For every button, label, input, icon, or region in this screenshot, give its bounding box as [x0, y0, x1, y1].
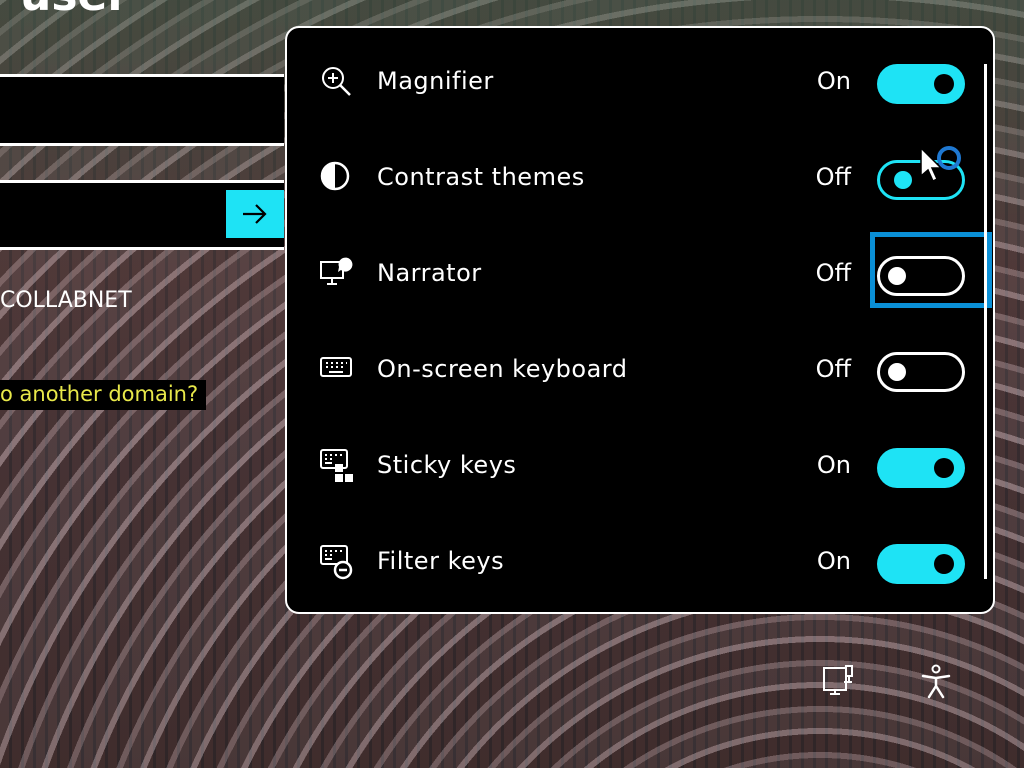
accessibility-icon[interactable] — [918, 664, 954, 700]
narrator-label: Narrator — [377, 259, 482, 287]
narrator-state: Off — [815, 259, 851, 287]
sticky-keys-icon — [320, 449, 353, 482]
lock-screen: user COLLABNET o another domain? Magnifi… — [0, 0, 1024, 768]
sticky-keys-row[interactable]: Sticky keys On — [287, 418, 993, 514]
sign-in-domain: COLLABNET — [0, 288, 132, 313]
filter-keys-label: Filter keys — [377, 547, 505, 575]
keyboard-focus-ring — [870, 232, 992, 308]
keyboard-icon — [320, 357, 352, 377]
mouse-cursor-icon — [920, 146, 961, 183]
sign-in-title: user — [20, 0, 129, 21]
sticky-keys-state: On — [816, 451, 851, 479]
filter-keys-row[interactable]: Filter keys On — [287, 514, 993, 610]
narrator-icon — [320, 257, 353, 285]
filter-keys-icon — [320, 545, 353, 580]
toggle-knob — [934, 554, 954, 574]
username-field[interactable] — [0, 74, 284, 146]
sticky-keys-label: Sticky keys — [377, 451, 517, 479]
toggle-knob — [934, 74, 954, 94]
magnifier-toggle[interactable] — [877, 64, 965, 104]
on-screen-keyboard-state: Off — [815, 355, 851, 383]
toggle-knob — [934, 458, 954, 478]
magnifier-state: On — [816, 67, 851, 95]
contrast-icon — [320, 161, 350, 191]
toggle-knob — [894, 171, 912, 189]
arrow-right-icon — [243, 204, 267, 224]
contrast-themes-label: Contrast themes — [377, 163, 585, 191]
contrast-themes-row[interactable]: Contrast themes Off — [287, 130, 993, 226]
filter-keys-state: On — [816, 547, 851, 575]
magnifier-label: Magnifier — [377, 67, 494, 95]
submit-button[interactable] — [226, 190, 284, 238]
magnifier-icon — [322, 67, 351, 96]
on-screen-keyboard-row[interactable]: On-screen keyboard Off — [287, 322, 993, 418]
sticky-keys-toggle[interactable] — [877, 448, 965, 488]
magnifier-row[interactable]: Magnifier On — [287, 34, 993, 130]
other-domain-link[interactable]: o another domain? — [0, 380, 207, 410]
flyout-scrollbar[interactable] — [984, 64, 987, 579]
toggle-knob — [888, 363, 906, 381]
on-screen-keyboard-toggle[interactable] — [877, 352, 965, 392]
filter-keys-toggle[interactable] — [877, 544, 965, 584]
contrast-themes-state: Off — [815, 163, 851, 191]
accessibility-flyout: Magnifier On Contrast themes Off Narrato… — [285, 26, 995, 614]
on-screen-keyboard-label: On-screen keyboard — [377, 355, 628, 383]
network-icon[interactable] — [822, 664, 858, 700]
